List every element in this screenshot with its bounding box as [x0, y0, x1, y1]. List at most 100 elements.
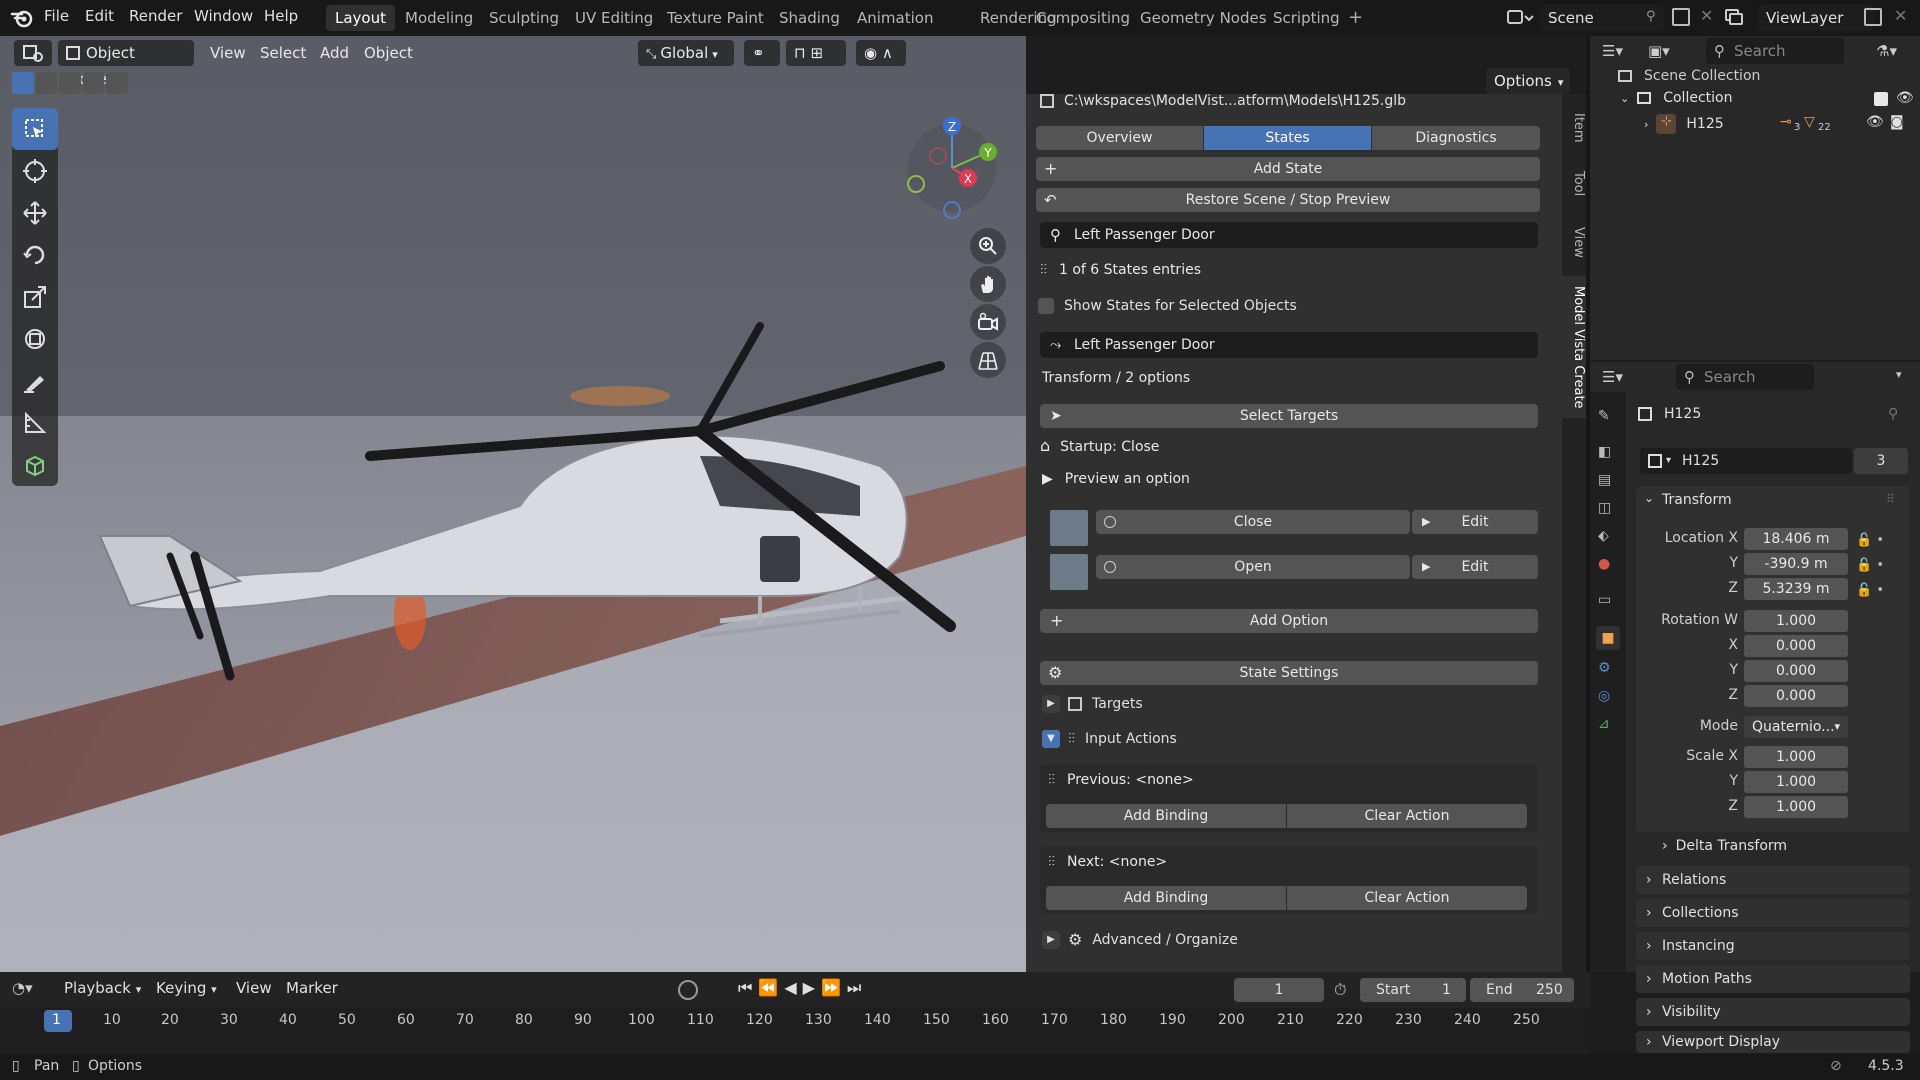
tab-scripting[interactable]: Scripting: [1264, 5, 1349, 31]
3d-viewport[interactable]: Object Mode▾ View Select Add Object ⤡Glo…: [0, 36, 1026, 972]
side-tab-view[interactable]: View: [1562, 216, 1586, 268]
collection-tab-icon[interactable]: ▭: [1598, 592, 1611, 608]
users-count[interactable]: 3: [1854, 448, 1908, 474]
rotation-y-field[interactable]: 0.000: [1744, 660, 1848, 682]
camera-icon[interactable]: ◙: [1890, 114, 1904, 130]
menu-view[interactable]: View: [202, 40, 254, 66]
world-tab-icon[interactable]: ●: [1598, 556, 1610, 572]
collection-row[interactable]: ⌄ Collection 👁 ◙: [1620, 90, 1920, 106]
annotate-tool-icon[interactable]: [12, 360, 58, 402]
snap-icon[interactable]: ⊓ ⊞: [786, 40, 846, 66]
tab-uv-editing[interactable]: UV Editing: [566, 5, 662, 31]
motion-paths-panel[interactable]: › Motion Paths: [1636, 965, 1910, 993]
cursor-tool-icon[interactable]: [12, 150, 58, 192]
scale-x-field[interactable]: 1.000: [1744, 746, 1848, 768]
menu-marker[interactable]: Marker: [286, 979, 338, 997]
input-actions-row[interactable]: ▼ ⫶⫶ Input Actions: [1042, 730, 1177, 748]
display-mode-icon[interactable]: ▣▾: [1648, 42, 1670, 60]
collections-panel[interactable]: › Collections: [1636, 899, 1910, 927]
location-z-field[interactable]: 5.3239 m: [1744, 578, 1848, 600]
remove-viewlayer-icon[interactable]: ✕: [1894, 6, 1907, 25]
scene-icon[interactable]: [1506, 7, 1534, 29]
menu-window[interactable]: Window: [194, 7, 253, 25]
location-x-field[interactable]: 18.406 m: [1744, 528, 1848, 550]
next-keyframe-icon[interactable]: ⏩: [821, 978, 847, 997]
chevron-down-icon[interactable]: ▾: [1896, 368, 1902, 381]
editor-type-button[interactable]: [14, 40, 52, 66]
tab-animation[interactable]: Animation: [848, 5, 942, 31]
select-subtract-icon[interactable]: [59, 72, 81, 94]
blender-logo-icon[interactable]: [10, 6, 34, 30]
relations-panel[interactable]: › Relations: [1636, 866, 1910, 894]
pan-hand-icon[interactable]: [970, 266, 1006, 302]
side-tab-item[interactable]: Item: [1562, 104, 1586, 152]
new-viewlayer-icon[interactable]: [1864, 8, 1882, 26]
advanced-row[interactable]: ▶ ⚙ Advanced / Organize: [1042, 930, 1238, 949]
lock-icon[interactable]: 🔓 •: [1856, 578, 1906, 603]
new-scene-icon[interactable]: [1672, 8, 1690, 26]
outliner-editor-icon[interactable]: ☰▾: [1602, 42, 1623, 60]
chevron-right-icon[interactable]: ›: [1644, 118, 1648, 131]
modifier-tab-icon[interactable]: ⚙: [1598, 660, 1611, 676]
option-open-edit-button[interactable]: ▶ Edit: [1412, 555, 1538, 579]
clear-action-button[interactable]: Clear Action: [1287, 886, 1527, 910]
jump-end-icon[interactable]: ⏭: [847, 978, 867, 997]
proportional-edit-icon[interactable]: ◉ ∧: [856, 40, 906, 66]
state-settings-button[interactable]: ⚙ State Settings: [1040, 661, 1538, 685]
record-icon[interactable]: [678, 980, 698, 1000]
tab-texture-paint[interactable]: Texture Paint: [658, 5, 773, 31]
menu-object[interactable]: Object: [356, 40, 421, 66]
object-datablock-field[interactable]: ▾ H125: [1640, 448, 1852, 474]
state-name-field[interactable]: ⤳ Left Passenger Door: [1040, 332, 1538, 358]
orientation-dropdown[interactable]: ⤡ Global ▾: [638, 40, 734, 66]
properties-editor-icon[interactable]: ☰▾: [1602, 368, 1623, 386]
menu-render[interactable]: Render: [129, 7, 182, 25]
instancing-panel[interactable]: › Instancing: [1636, 932, 1910, 960]
side-tab-model-vista[interactable]: Model Vista Create: [1562, 276, 1586, 418]
lock-icon[interactable]: 🔓 •: [1856, 528, 1906, 553]
scale-tool-icon[interactable]: [12, 276, 58, 318]
select-targets-button[interactable]: ➤ Select Targets: [1040, 404, 1538, 428]
menu-select[interactable]: Select: [252, 40, 314, 66]
tab-shading[interactable]: Shading: [770, 5, 849, 31]
pivot-icon[interactable]: ⚭: [744, 40, 780, 66]
outliner-search-input[interactable]: ⚲ Search: [1706, 38, 1844, 64]
scene-collection-row[interactable]: Scene Collection: [1618, 68, 1760, 84]
add-cube-tool-icon[interactable]: [12, 444, 58, 486]
state-search-field[interactable]: ⚲ Left Passenger Door: [1040, 222, 1538, 248]
select-new-icon[interactable]: [12, 72, 34, 94]
tab-diagnostics[interactable]: Diagnostics: [1372, 126, 1540, 150]
pin-icon[interactable]: ⚲: [1888, 406, 1898, 422]
object-tab-icon[interactable]: ■: [1596, 626, 1620, 650]
play-reverse-icon[interactable]: ◀: [784, 978, 802, 997]
tool-tab-icon[interactable]: ✎: [1598, 408, 1610, 424]
output-tab-icon[interactable]: ▤: [1598, 472, 1611, 488]
menu-timeline-view[interactable]: View: [236, 979, 272, 997]
menu-file[interactable]: File: [44, 7, 69, 25]
menu-edit[interactable]: Edit: [85, 7, 114, 25]
show-selected-checkbox[interactable]: [1038, 298, 1054, 314]
menu-add[interactable]: Add: [312, 40, 357, 66]
restore-scene-button[interactable]: ↶ Restore Scene / Stop Preview: [1036, 188, 1540, 212]
end-frame-field[interactable]: End 250: [1470, 978, 1574, 1002]
viewlayer-field[interactable]: ViewLayer: [1758, 5, 1874, 31]
rotate-tool-icon[interactable]: [12, 234, 58, 276]
rotation-x-field[interactable]: 0.000: [1744, 635, 1848, 657]
add-state-button[interactable]: + Add State: [1036, 157, 1540, 181]
menu-keying[interactable]: Keying ▾: [156, 979, 217, 997]
lock-icon[interactable]: 🔓 •: [1856, 553, 1906, 578]
viewport-display-panel[interactable]: › Viewport Display: [1636, 1031, 1910, 1053]
chevron-down-icon[interactable]: ⌄: [1620, 92, 1629, 105]
scale-y-field[interactable]: 1.000: [1744, 771, 1848, 793]
targets-row[interactable]: ▶ Targets: [1042, 695, 1143, 713]
transform-panel-header[interactable]: ⌄ Transform ⠿: [1636, 486, 1910, 516]
select-box-tool-icon[interactable]: [12, 108, 58, 150]
menu-help[interactable]: Help: [264, 7, 298, 25]
properties-search-input[interactable]: ⚲ Search: [1676, 364, 1814, 390]
add-workspace-icon[interactable]: +: [1348, 7, 1363, 28]
tab-compositing[interactable]: Compositing: [1027, 5, 1139, 31]
tab-layout[interactable]: Layout: [326, 5, 395, 31]
rotation-z-field[interactable]: 0.000: [1744, 685, 1848, 707]
tab-sculpting[interactable]: Sculpting: [480, 5, 568, 31]
drag-handle-icon[interactable]: ⠿: [1886, 492, 1895, 506]
